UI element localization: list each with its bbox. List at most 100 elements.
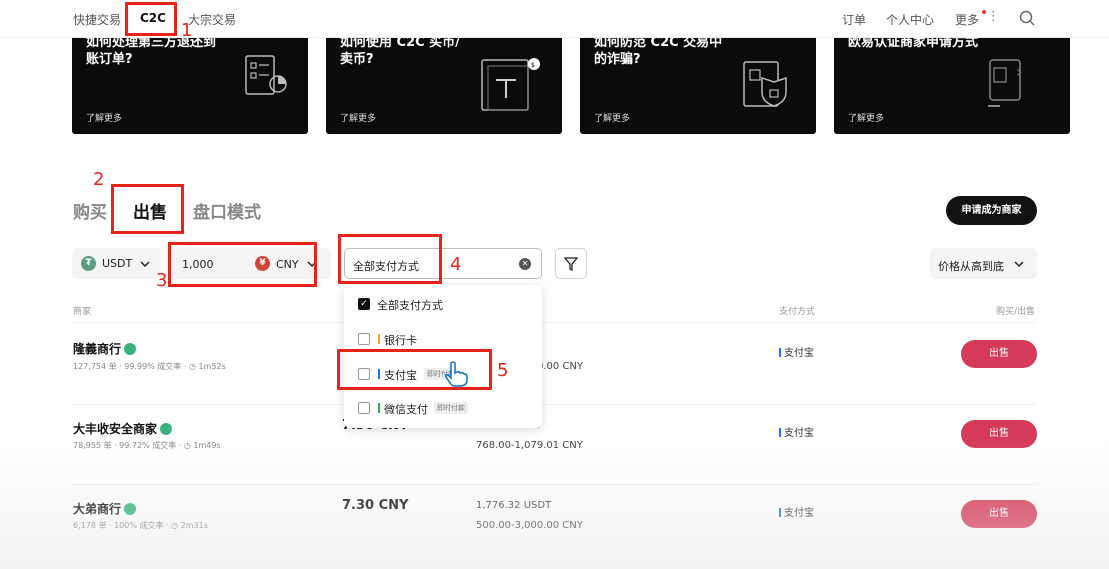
tab-buy[interactable]: 购买 bbox=[73, 198, 107, 223]
instant-pay-tag: 即时付款 bbox=[434, 402, 468, 414]
nav-more[interactable]: 更多 bbox=[955, 11, 979, 28]
alipay-color-bar bbox=[378, 369, 380, 379]
fiat-value[interactable]: CNY bbox=[276, 258, 299, 271]
checklist-icon bbox=[245, 55, 287, 95]
top-nav: 快捷交易 C2C 大宗交易 订单 个人中心 更多 ⋮ bbox=[0, 0, 1109, 38]
tab-order-book[interactable]: 盘口模式 bbox=[193, 198, 261, 223]
nav-block-trade[interactable]: 大宗交易 bbox=[188, 11, 236, 28]
sell-button[interactable]: 出售 bbox=[961, 420, 1037, 448]
annotation-number-2: 2 bbox=[93, 169, 105, 190]
unit-price: 7.30 CNY bbox=[342, 498, 409, 513]
dropdown-item-all[interactable]: ✓ 全部支付方式 bbox=[358, 297, 528, 313]
alipay-color-bar bbox=[779, 508, 781, 517]
merchant-stats: 6,178 单 · 100% 成交率 · ◷ 2m31s bbox=[73, 521, 208, 530]
card-learn-more[interactable]: 了解更多 bbox=[594, 111, 630, 124]
hand-cursor-icon bbox=[445, 361, 468, 387]
chevron-down-icon bbox=[1014, 261, 1024, 268]
header-merchant: 商家 bbox=[73, 307, 92, 317]
checkbox-icon[interactable] bbox=[358, 402, 370, 414]
amount-value: 1,000 bbox=[182, 258, 214, 271]
payment-dropdown: ✓ 全部支付方式 银行卡 支付宝 即时付款 微信支付 即时付款 bbox=[344, 285, 542, 428]
more-dots-icon[interactable]: ⋮ bbox=[987, 9, 1000, 24]
card-title: 如何处理第三方退还到账订单? bbox=[86, 38, 217, 67]
checkbox-icon[interactable] bbox=[358, 368, 370, 380]
merchant-name[interactable]: 隆義商行 bbox=[73, 340, 137, 357]
crypto-select[interactable]: ₮ USDT bbox=[72, 248, 161, 279]
card-title: 欧易认证商家申请方式 bbox=[848, 38, 979, 50]
card-title: 如何防范 C2C 交易中的诈骗? bbox=[594, 38, 723, 67]
info-card-merchant-apply[interactable]: 欧易认证商家申请方式 了解更多 bbox=[834, 38, 1070, 134]
payment-method: 支付宝 bbox=[779, 424, 814, 439]
dropdown-item-label: 支付宝 bbox=[384, 369, 417, 382]
usdt-icon: ₮ bbox=[81, 256, 96, 271]
available-amount: 1,776.32 USDT bbox=[476, 500, 552, 511]
limit-range: 768.00-1,079.01 CNY bbox=[476, 440, 583, 451]
sort-select[interactable]: 价格从高到底 bbox=[930, 248, 1037, 279]
dropdown-item-label: 微信支付 bbox=[384, 403, 428, 416]
limit-range: 500.00-3,000.00 CNY bbox=[476, 520, 583, 531]
svg-text:$: $ bbox=[531, 62, 535, 69]
divider bbox=[72, 484, 1037, 485]
payment-method: 支付宝 bbox=[779, 504, 814, 519]
bank-color-bar bbox=[378, 334, 380, 344]
dropdown-item-label: 银行卡 bbox=[384, 334, 417, 347]
chevron-down-icon[interactable] bbox=[307, 259, 317, 269]
card-learn-more[interactable]: 了解更多 bbox=[848, 111, 884, 124]
info-card-third-party[interactable]: 如何处理第三方退还到账订单? 了解更多 bbox=[72, 38, 308, 134]
annotation-number-4: 4 bbox=[450, 254, 462, 275]
merchant-name[interactable]: 大弟商行 bbox=[73, 500, 137, 517]
notification-dot bbox=[982, 10, 986, 14]
search-icon[interactable] bbox=[1019, 10, 1035, 26]
verified-icon bbox=[160, 423, 173, 435]
clear-icon[interactable]: ✕ bbox=[519, 258, 531, 270]
annotation-number-3: 3 bbox=[156, 270, 168, 291]
limit-range: 0.00 CNY bbox=[537, 361, 584, 372]
merchant-name[interactable]: 大丰收安全商家 bbox=[73, 420, 173, 437]
nav-c2c[interactable]: C2C bbox=[140, 11, 166, 25]
alipay-color-bar bbox=[779, 428, 781, 437]
divider bbox=[72, 404, 1037, 405]
chevron-right-icon[interactable]: › bbox=[1016, 62, 1022, 81]
merchant-stats: 78,955 单 · 99.72% 成交率 · ◷ 1m49s bbox=[73, 441, 221, 450]
dropdown-item-wechat[interactable]: 微信支付 即时付款 bbox=[358, 401, 528, 417]
alipay-color-bar bbox=[779, 348, 781, 357]
crypto-value: USDT bbox=[102, 257, 133, 270]
funnel-icon bbox=[564, 257, 578, 271]
sell-button[interactable]: 出售 bbox=[961, 340, 1037, 368]
card-title: 如何使用 C2C 买币/卖币? bbox=[340, 38, 460, 67]
checkbox-icon[interactable] bbox=[358, 333, 370, 345]
checkbox-checked-icon[interactable]: ✓ bbox=[358, 298, 370, 310]
amount-input[interactable]: 1,000 ¥ CNY bbox=[172, 248, 331, 279]
chevron-down-icon bbox=[140, 261, 150, 268]
filter-button[interactable] bbox=[555, 248, 587, 279]
merchant-stats: 127,754 单 · 99.99% 成交率 · ◷ 1m52s bbox=[73, 362, 226, 371]
card-learn-more[interactable]: 了解更多 bbox=[340, 111, 376, 124]
nav-quick-trade[interactable]: 快捷交易 bbox=[73, 11, 121, 28]
tab-sell[interactable]: 出售 bbox=[133, 198, 167, 223]
merchant-icon bbox=[988, 59, 1021, 107]
exchange-icon: $ bbox=[481, 58, 540, 111]
annotation-number-1: 1 bbox=[181, 20, 193, 41]
verified-icon bbox=[124, 343, 137, 355]
card-learn-more[interactable]: 了解更多 bbox=[86, 111, 122, 124]
dropdown-item-bank-card[interactable]: 银行卡 bbox=[358, 332, 528, 348]
apply-merchant-button[interactable]: 申请成为商家 bbox=[946, 196, 1037, 225]
bottom-fade bbox=[0, 440, 1109, 569]
header-action: 购买/出售 bbox=[996, 307, 1036, 317]
nav-profile[interactable]: 个人中心 bbox=[886, 11, 934, 28]
shield-doc-icon bbox=[743, 61, 787, 107]
sell-button[interactable]: 出售 bbox=[961, 500, 1037, 528]
payment-value: 全部支付方式 bbox=[353, 260, 419, 273]
info-card-anti-fraud[interactable]: 如何防范 C2C 交易中的诈骗? 了解更多 bbox=[580, 38, 816, 134]
verified-icon bbox=[124, 503, 137, 515]
payment-method: 支付宝 bbox=[779, 344, 814, 359]
sort-value: 价格从高到底 bbox=[938, 260, 1004, 273]
info-card-how-to-c2c[interactable]: 如何使用 C2C 买币/卖币? $ 了解更多 bbox=[326, 38, 562, 134]
annotation-number-5: 5 bbox=[497, 360, 509, 381]
wechat-color-bar bbox=[378, 403, 380, 413]
divider bbox=[72, 322, 1037, 323]
nav-orders[interactable]: 订单 bbox=[842, 11, 866, 28]
cny-icon: ¥ bbox=[255, 256, 270, 271]
payment-method-select[interactable]: 全部支付方式 ✕ bbox=[344, 248, 542, 279]
dropdown-item-label: 全部支付方式 bbox=[377, 299, 443, 312]
